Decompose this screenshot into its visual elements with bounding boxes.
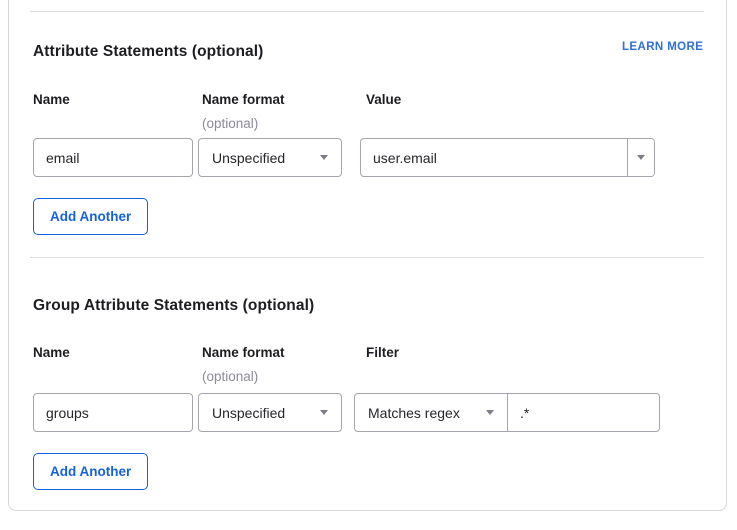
group-attribute-filter-type-value: Matches regex [368,405,460,421]
group-attribute-name-format-select[interactable]: Unspecified [198,393,342,432]
chevron-down-icon [320,410,328,415]
attribute-name-input[interactable] [33,138,193,177]
group-attribute-filter-combo: Matches regex [354,393,660,432]
column-header-name-format: Name format [202,345,285,360]
group-attribute-filter-type-select[interactable]: Matches regex [355,394,508,431]
attribute-value-dropdown-button[interactable] [627,139,654,176]
group-attribute-name-format-value: Unspecified [212,405,285,421]
column-header-value: Value [366,92,401,107]
column-header-filter: Filter [366,345,399,360]
column-header-name-format-note: (optional) [202,369,258,384]
saml-settings-card [8,0,727,511]
column-header-name: Name [33,345,70,360]
column-header-name-format: Name format [202,92,285,107]
group-attribute-name-input[interactable] [33,393,193,432]
attribute-value-combo [360,138,655,177]
attribute-name-format-select[interactable]: Unspecified [198,138,342,177]
chevron-down-icon [637,155,645,160]
top-divider [30,11,704,12]
learn-more-link[interactable]: LEARN MORE [622,41,703,53]
chevron-down-icon [486,410,494,415]
attribute-name-format-value: Unspecified [212,150,285,166]
column-header-name: Name [33,92,70,107]
group-attribute-filter-value-input[interactable] [508,394,659,431]
group-attribute-statements-title: Group Attribute Statements (optional) [33,297,314,315]
attribute-statements-title: Attribute Statements (optional) [33,43,263,61]
chevron-down-icon [320,155,328,160]
section-divider [30,257,704,258]
column-header-name-format-note: (optional) [202,116,258,131]
add-another-attribute-button[interactable]: Add Another [33,198,148,235]
add-another-group-attribute-button[interactable]: Add Another [33,453,148,490]
attribute-value-input[interactable] [361,139,627,176]
